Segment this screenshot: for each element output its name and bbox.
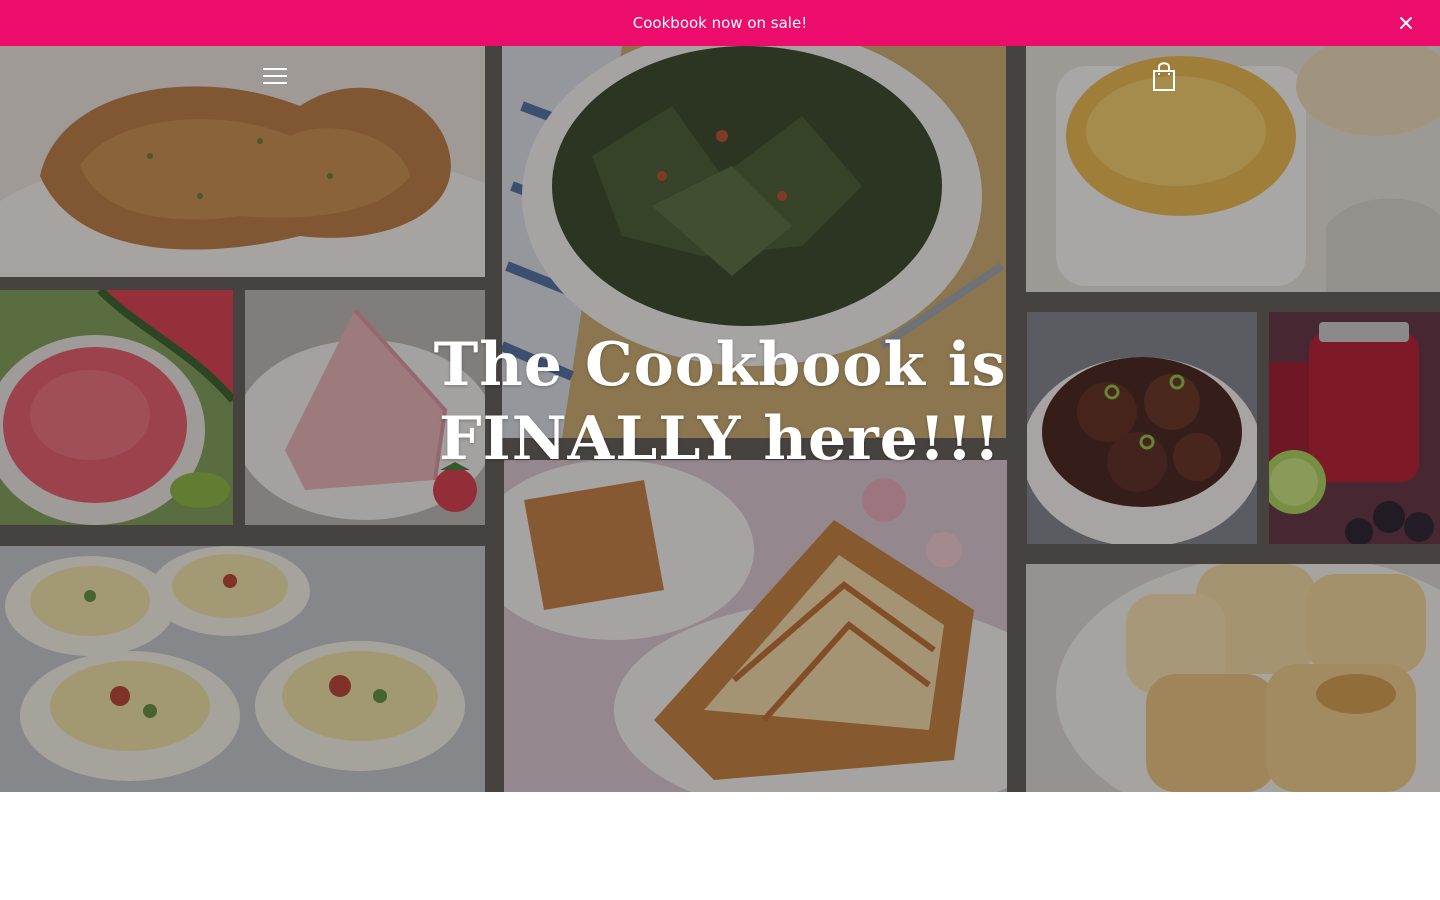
menu-button[interactable] <box>255 61 295 91</box>
close-icon[interactable] <box>1396 13 1416 33</box>
hero-banner: The Cookbook is FINALLY here!!! <box>0 46 1440 792</box>
announcement-text[interactable]: Cookbook now on sale! <box>633 14 807 32</box>
cart-button[interactable] <box>1150 59 1178 93</box>
page-body-section <box>0 792 1440 900</box>
shopping-bag-icon <box>1153 62 1175 91</box>
hero-title: The Cookbook is FINALLY here!!! <box>433 330 1007 474</box>
hamburger-menu-icon <box>263 68 287 70</box>
announcement-bar: Cookbook now on sale! <box>0 0 1440 46</box>
